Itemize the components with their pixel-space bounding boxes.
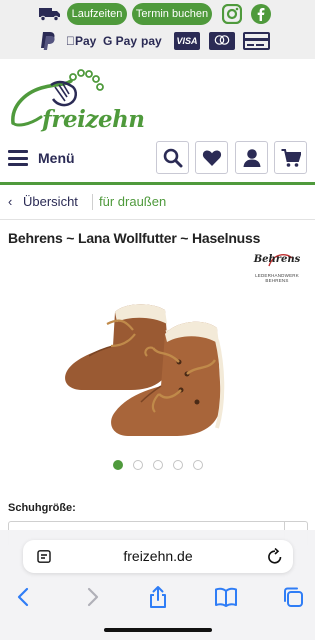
- pagination-dot[interactable]: [113, 460, 123, 470]
- tabs-icon[interactable]: [281, 585, 305, 609]
- url-text: freizehn.de: [123, 548, 193, 564]
- visa-icon: VISA: [174, 32, 200, 50]
- brand-subtitle: LEDERHANDWERK BEHRENS: [255, 273, 299, 283]
- brand-name: Behrens: [253, 254, 301, 265]
- chevron-left-icon[interactable]: ‹: [8, 192, 12, 212]
- pagination-dot[interactable]: [153, 460, 163, 470]
- logo-text: freizehn: [42, 106, 145, 133]
- apple-pay-icon: Pay: [66, 34, 96, 48]
- heart-icon: [202, 150, 222, 166]
- google-pay-icon: G Pay: [103, 34, 138, 48]
- hamburger-icon: [8, 150, 28, 166]
- address-bar[interactable]: freizehn.de: [23, 540, 293, 573]
- share-icon[interactable]: [146, 585, 170, 609]
- facebook-icon[interactable]: [251, 4, 271, 24]
- breadcrumb-category-link[interactable]: für draußen: [99, 192, 166, 212]
- menu-button[interactable]: Menü: [8, 145, 75, 171]
- cart-button[interactable]: [274, 141, 307, 174]
- home-indicator[interactable]: [104, 628, 212, 632]
- instagram-icon[interactable]: [222, 4, 242, 24]
- browser-toolbar: freizehn.de: [0, 530, 315, 640]
- user-icon: [243, 149, 261, 167]
- brand-logo: Behrens LEDERHANDWERK BEHRENS: [245, 254, 309, 284]
- breadcrumb-back-link[interactable]: Übersicht: [23, 192, 78, 212]
- wishlist-button[interactable]: [195, 141, 228, 174]
- search-button[interactable]: [156, 141, 189, 174]
- search-icon: [163, 148, 183, 168]
- amazon-pay-icon: pay: [141, 34, 162, 48]
- pagination-dot[interactable]: [173, 460, 183, 470]
- laufzeiten-button[interactable]: Laufzeiten: [67, 3, 127, 25]
- cart-icon: [281, 149, 301, 167]
- reload-icon[interactable]: [267, 548, 283, 565]
- mastercard-icon: [209, 32, 235, 50]
- size-label: Schuhgröße:: [8, 502, 76, 514]
- account-button[interactable]: [235, 141, 268, 174]
- menu-label: Menü: [38, 150, 75, 166]
- pagination-dot[interactable]: [133, 460, 143, 470]
- truck-icon: [39, 8, 60, 21]
- product-title: Behrens ~ Lana Wollfutter ~ Haselnuss: [8, 230, 261, 246]
- header-divider: [0, 182, 315, 185]
- breadcrumb-separator: [92, 194, 93, 210]
- termin-buchen-button[interactable]: Termin buchen: [132, 3, 212, 25]
- bookmarks-icon[interactable]: [214, 585, 238, 609]
- credit-card-icon: [243, 32, 270, 50]
- top-info-bar: Laufzeiten Termin buchen Pay G Pay pay …: [0, 0, 315, 59]
- breadcrumb-divider: [0, 219, 315, 220]
- paypal-icon: [41, 32, 55, 50]
- back-icon[interactable]: [12, 585, 36, 609]
- payment-methods: Pay G Pay pay VISA: [0, 30, 315, 52]
- pagination-dot[interactable]: [193, 460, 203, 470]
- forward-icon[interactable]: [80, 585, 104, 609]
- product-image[interactable]: [55, 290, 265, 450]
